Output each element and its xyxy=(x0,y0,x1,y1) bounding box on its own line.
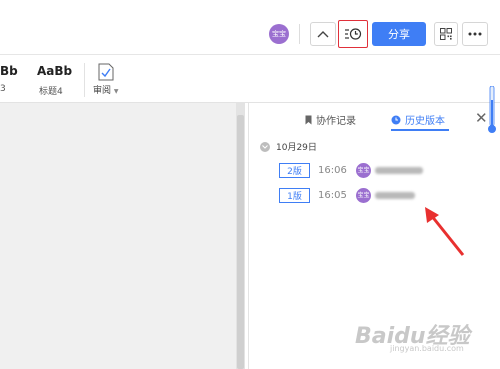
version-author-avatar: 宝宝 xyxy=(356,188,371,203)
tab-label: 协作记录 xyxy=(316,116,356,127)
more-dots-icon xyxy=(468,32,482,36)
version-badge: 1版 xyxy=(279,188,310,203)
header-divider xyxy=(299,24,300,44)
blurred-author-name xyxy=(375,192,415,199)
tab-collab-record[interactable]: 协作记录 xyxy=(305,112,356,127)
version-badge: 2版 xyxy=(279,163,310,178)
toolbar-divider xyxy=(84,63,85,97)
history-version-button[interactable] xyxy=(338,20,368,48)
share-button[interactable]: 分享 xyxy=(372,22,426,46)
bookmark-icon xyxy=(305,115,312,124)
watermark-url: jingyan.baidu.com xyxy=(390,344,464,353)
style-preview: Bb xyxy=(0,64,18,78)
document-canvas[interactable] xyxy=(0,103,236,369)
dropdown-caret-icon: ▼ xyxy=(113,88,119,95)
chevron-up-icon xyxy=(317,31,329,38)
version-item[interactable]: 1版 16:05 宝宝 xyxy=(279,188,415,203)
floating-thermometer-icon[interactable] xyxy=(488,86,496,134)
active-tab-indicator xyxy=(391,129,449,131)
date-label: 10月29日 xyxy=(276,143,317,153)
more-options-button[interactable] xyxy=(462,22,488,46)
scrollbar-thumb[interactable] xyxy=(237,115,244,369)
version-author-avatar: 宝宝 xyxy=(356,163,371,178)
date-group-header[interactable]: 10月29日 xyxy=(260,140,317,153)
version-item[interactable]: 2版 16:06 宝宝 xyxy=(279,163,423,178)
clock-icon xyxy=(391,115,401,124)
qrcode-button[interactable] xyxy=(434,22,458,46)
style-label: 3 xyxy=(0,84,6,94)
top-header-bar: 宝宝 分享 xyxy=(0,0,500,100)
annotation-arrow-icon xyxy=(425,207,465,256)
version-time: 16:05 xyxy=(318,190,347,201)
review-button[interactable]: 审阅 ▼ xyxy=(90,63,126,101)
user-avatar[interactable]: 宝宝 xyxy=(269,24,289,44)
baidu-watermark: Baidu经验 jingyan.baidu.com xyxy=(355,318,490,358)
tab-label: 历史版本 xyxy=(405,116,445,127)
ribbon-toolbar: Bb 3 AaBb 标题4 审阅 ▼ xyxy=(0,55,500,103)
document-scrollbar[interactable] xyxy=(236,103,245,369)
collapse-icon[interactable] xyxy=(260,141,270,152)
blurred-author-name xyxy=(375,167,423,174)
review-label: 审阅 ▼ xyxy=(93,86,119,96)
history-clock-icon xyxy=(345,28,362,40)
qrcode-icon xyxy=(440,28,452,40)
collapse-up-button[interactable] xyxy=(310,22,336,46)
review-check-icon xyxy=(98,63,114,81)
style-label: 标题4 xyxy=(39,87,63,97)
tab-history-version[interactable]: 历史版本 xyxy=(391,112,445,127)
close-panel-icon[interactable]: ✕ xyxy=(475,109,488,127)
version-time: 16:06 xyxy=(318,165,347,176)
style-preview: AaBb xyxy=(37,64,73,78)
